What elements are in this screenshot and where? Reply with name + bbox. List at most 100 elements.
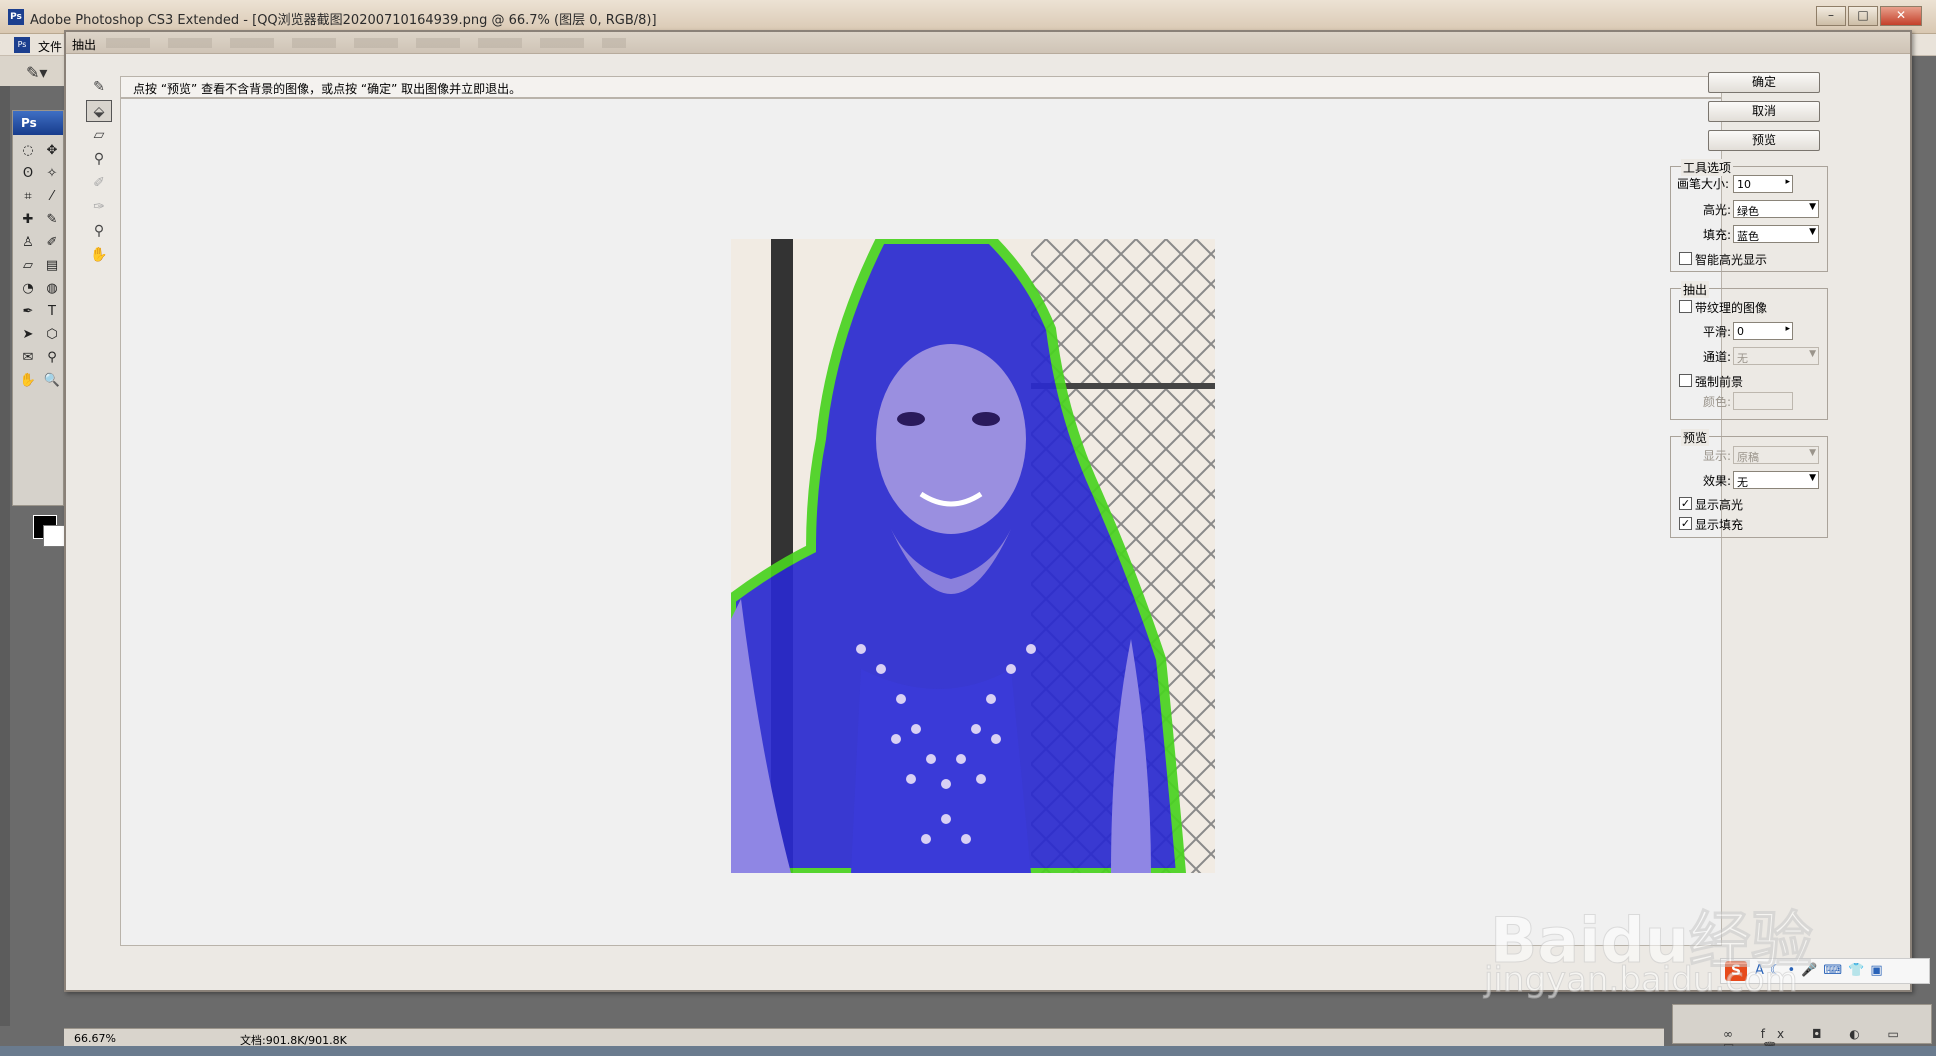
highlight-label: 高光: xyxy=(1703,203,1732,217)
blur-icon[interactable]: ◔ xyxy=(17,279,39,298)
smart-highlight-label: 智能高光显示 xyxy=(1695,253,1768,267)
preview-image[interactable] xyxy=(731,239,1215,873)
ime-tool-icons[interactable]: A☾•🎤⌨👕▣ xyxy=(1755,963,1889,978)
preview-group: 预览 显示: 原稿 ▼ 效果: 无 ▼ ✓ 显示高光 ✓ 显示填充 xyxy=(1670,429,1828,538)
preview-title: 预览 xyxy=(1681,429,1710,446)
toolbox-ps-logo: Ps xyxy=(13,111,63,135)
extraction-title: 抽出 xyxy=(1681,281,1710,298)
shape-icon[interactable]: ⬡ xyxy=(41,325,63,344)
eyedropper-tool-icon[interactable]: ⚲ xyxy=(86,148,112,170)
cleanup-tool-icon[interactable]: ✐ xyxy=(86,172,112,194)
sogou-logo-icon[interactable]: S xyxy=(1725,961,1747,981)
hint-text: 点按 “预览” 查看不含背景的图像，或点按 “确定” 取出图像并立即退出。 xyxy=(120,76,1722,98)
color-label: 颜色: xyxy=(1703,395,1732,409)
effect-value: 无 xyxy=(1737,476,1748,489)
move-icon[interactable]: ✥ xyxy=(41,141,63,160)
image-highlight-fill xyxy=(731,239,1215,873)
chevron-down-icon: ▼ xyxy=(1809,349,1816,359)
type-icon[interactable]: T xyxy=(41,302,63,321)
magic-wand-icon[interactable]: ✧ xyxy=(41,164,63,183)
channel-select: 无 ▼ xyxy=(1733,347,1819,365)
ok-button[interactable]: 确定 xyxy=(1708,72,1820,93)
marquee-icon[interactable]: ◌ xyxy=(17,141,39,160)
brush-size-label: 画笔大小: xyxy=(1677,177,1730,191)
close-button[interactable]: ✕ xyxy=(1880,6,1922,26)
show-label: 显示: xyxy=(1703,449,1732,463)
color-swatch xyxy=(1733,392,1793,410)
zoom-tool-icon[interactable]: ⚲ xyxy=(86,220,112,242)
tool-options-group: 工具选项 画笔大小: 10 ▸ 高光: 绿色 ▼ 填充: 蓝色 ▼ 智能高光显示 xyxy=(1670,159,1828,272)
force-foreground-checkbox[interactable] xyxy=(1679,374,1692,387)
extraction-group: 抽出 带纹理的图像 平滑: 0 ▸ 通道: 无 ▼ 强制前景 颜色: xyxy=(1670,281,1828,420)
brush-size-value: 10 xyxy=(1737,178,1751,191)
crop-icon[interactable]: ⌗ xyxy=(17,187,39,206)
fill-bucket-icon[interactable]: ⬙ xyxy=(86,100,112,122)
eraser-tool-icon[interactable]: ▱ xyxy=(86,124,112,146)
triangle-right-icon[interactable]: ▸ xyxy=(1785,324,1790,334)
eraser-icon[interactable]: ▱ xyxy=(17,256,39,275)
preview-button[interactable]: 预览 xyxy=(1708,130,1820,151)
hand-icon[interactable]: ✋ xyxy=(17,371,39,390)
brush-icon[interactable]: ✎ xyxy=(41,210,63,229)
gradient-icon[interactable]: ▤ xyxy=(41,256,63,275)
smart-highlight-checkbox[interactable] xyxy=(1679,252,1692,265)
notes-icon[interactable]: ✉ xyxy=(17,348,39,367)
zoom-level[interactable]: 66.67% xyxy=(74,1032,116,1045)
effect-select[interactable]: 无 ▼ xyxy=(1733,471,1819,489)
show-fill-checkbox[interactable]: ✓ xyxy=(1679,517,1692,530)
lasso-icon[interactable]: ʘ xyxy=(17,164,39,183)
zoom-icon[interactable]: 🔍 xyxy=(41,371,63,390)
smooth-input[interactable]: 0 ▸ xyxy=(1733,322,1793,340)
slice-icon[interactable]: ⁄ xyxy=(41,187,63,206)
dodge-icon[interactable]: ◍ xyxy=(41,279,63,298)
maximize-button[interactable]: □ xyxy=(1848,6,1878,26)
layers-panel: ∞ fx ◘ ◐ ▭ ▣ 🗑 xyxy=(1672,1004,1932,1055)
taskbar xyxy=(0,1046,1936,1056)
extract-tools: ✎ ⬙ ▱ ⚲ ✐ ✑ ⚲ ✋ xyxy=(86,76,116,268)
window-controls: – □ ✕ xyxy=(1816,6,1922,26)
edge-highlighter-icon[interactable]: ✎ xyxy=(86,76,112,98)
chevron-down-icon: ▼ xyxy=(1809,202,1816,212)
show-highlight-label: 显示高光 xyxy=(1695,498,1744,512)
smooth-value: 0 xyxy=(1737,325,1744,338)
show-select: 原稿 ▼ xyxy=(1733,446,1819,464)
textured-checkbox[interactable] xyxy=(1679,300,1692,313)
hand-tool-icon[interactable]: ✋ xyxy=(86,244,112,266)
menu-file[interactable]: 文件 xyxy=(38,38,62,55)
triangle-right-icon[interactable]: ▸ xyxy=(1785,177,1790,187)
force-foreground-label: 强制前景 xyxy=(1695,375,1744,389)
eyedropper-icon[interactable]: ⚲ xyxy=(41,348,63,367)
fill-select[interactable]: 蓝色 ▼ xyxy=(1733,225,1819,243)
brush-size-input[interactable]: 10 ▸ xyxy=(1733,175,1793,193)
chevron-down-icon: ▼ xyxy=(1809,448,1816,458)
extract-canvas[interactable] xyxy=(120,98,1722,946)
history-brush-icon[interactable]: ✐ xyxy=(41,233,63,252)
photoshop-icon: Ps xyxy=(8,9,24,25)
minimize-button[interactable]: – xyxy=(1816,6,1846,26)
channel-value: 无 xyxy=(1737,352,1748,365)
smooth-label: 平滑: xyxy=(1703,325,1732,339)
channel-label: 通道: xyxy=(1703,350,1732,364)
photoshop-menu-icon[interactable]: Ps xyxy=(14,37,30,53)
extract-dialog: 抽出 ✎ ⬙ ▱ ⚲ ✐ ✑ ⚲ ✋ 点按 “预览” 查看不含背景的图像，或点按… xyxy=(64,30,1912,992)
fill-label: 填充: xyxy=(1703,228,1732,242)
ime-toolbar: S A☾•🎤⌨👕▣ xyxy=(1720,958,1930,984)
highlight-select[interactable]: 绿色 ▼ xyxy=(1733,200,1819,218)
workspace-background xyxy=(0,86,10,1026)
edge-touchup-icon[interactable]: ✑ xyxy=(86,196,112,218)
app-title: Adobe Photoshop CS3 Extended - [QQ浏览器截图2… xyxy=(30,13,657,28)
cancel-button[interactable]: 取消 xyxy=(1708,101,1820,122)
background-color-swatch[interactable] xyxy=(43,525,65,547)
textured-label: 带纹理的图像 xyxy=(1695,301,1768,315)
dialog-titlebar: 抽出 xyxy=(66,32,1910,54)
app-titlebar: Ps Adobe Photoshop CS3 Extended - [QQ浏览器… xyxy=(0,0,1936,34)
healing-icon[interactable]: ✚ xyxy=(17,210,39,229)
path-select-icon[interactable]: ➤ xyxy=(17,325,39,344)
pen-icon[interactable]: ✒ xyxy=(17,302,39,321)
stamp-icon[interactable]: ♙ xyxy=(17,233,39,252)
show-highlight-checkbox[interactable]: ✓ xyxy=(1679,497,1692,510)
chevron-down-icon: ▼ xyxy=(1809,473,1816,483)
chevron-down-icon: ▼ xyxy=(1809,227,1816,237)
show-value: 原稿 xyxy=(1737,451,1759,464)
current-tool-icon[interactable]: ✎▾ xyxy=(26,63,47,82)
